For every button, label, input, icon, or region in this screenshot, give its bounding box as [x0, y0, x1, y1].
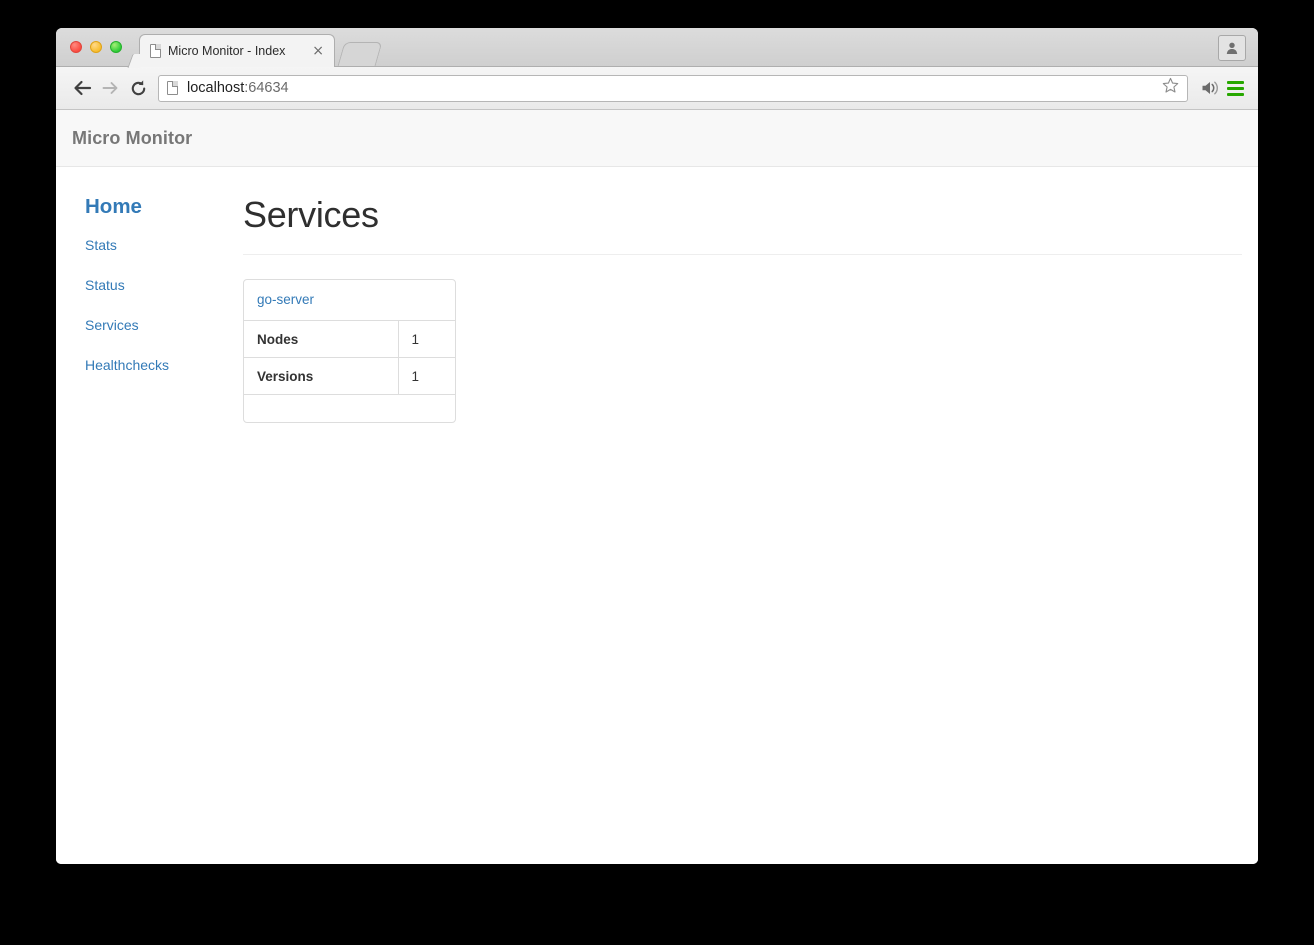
cast-icon: [1202, 81, 1218, 95]
sidebar-item-services[interactable]: Services: [85, 318, 243, 332]
new-tab-button[interactable]: [337, 42, 383, 66]
sidebar-item-home[interactable]: Home: [85, 196, 243, 218]
service-panel-footer: [244, 395, 455, 422]
close-tab-icon[interactable]: ×: [310, 44, 326, 58]
close-window-button[interactable]: [70, 41, 82, 53]
hamburger-menu-icon: [1226, 80, 1244, 96]
browser-window: Micro Monitor - Index × localhost:64634 …: [56, 28, 1258, 864]
row-value-nodes: 1: [398, 320, 455, 358]
sidebar-item-healthchecks[interactable]: Healthchecks: [85, 358, 243, 372]
sidebar-item-status[interactable]: Status: [85, 278, 243, 292]
table-row: Versions 1: [244, 357, 455, 395]
page-icon: [167, 81, 178, 95]
url-host: localhost: [187, 80, 245, 96]
browser-menu-button[interactable]: [1222, 75, 1248, 101]
forward-arrow-icon: [102, 82, 117, 94]
table-row: Nodes 1: [244, 320, 455, 358]
url-port: :64634: [244, 80, 289, 96]
profile-avatar-button[interactable]: [1218, 35, 1246, 61]
browser-tab[interactable]: Micro Monitor - Index ×: [139, 34, 335, 67]
service-name-link[interactable]: go-server: [257, 292, 314, 307]
browser-toolbar: localhost:64634: [56, 67, 1258, 110]
cast-button[interactable]: [1196, 75, 1222, 101]
service-panel-heading: go-server: [244, 280, 455, 320]
forward-button[interactable]: [96, 74, 124, 102]
service-stats-table: Nodes 1 Versions 1: [244, 320, 455, 395]
page-title: Services: [243, 194, 379, 235]
address-bar[interactable]: localhost:64634: [158, 74, 1188, 102]
service-panel: go-server Nodes 1 Versions 1: [243, 279, 456, 423]
sidebar-nav: Home Stats Status Services Healthchecks: [56, 196, 243, 423]
row-label-versions: Versions: [244, 357, 399, 395]
app-brand[interactable]: Micro Monitor: [72, 128, 192, 149]
back-arrow-icon: [73, 80, 91, 96]
app-navbar: Micro Monitor: [56, 110, 1258, 167]
minimize-window-button[interactable]: [90, 41, 102, 53]
back-button[interactable]: [68, 74, 96, 102]
page-body: Home Stats Status Services Healthchecks …: [56, 167, 1258, 423]
person-avatar-icon: [1226, 42, 1238, 54]
reload-icon: [131, 79, 145, 95]
tab-title: Micro Monitor - Index: [168, 44, 286, 58]
reload-button[interactable]: [124, 74, 152, 102]
page-icon: [150, 44, 161, 58]
bookmark-star-button[interactable]: [1162, 77, 1179, 99]
sidebar-item-stats[interactable]: Stats: [85, 238, 243, 252]
browser-tab-strip: Micro Monitor - Index ×: [56, 28, 1258, 67]
title-divider: [243, 254, 1242, 255]
maximize-window-button[interactable]: [110, 41, 122, 53]
row-value-versions: 1: [398, 357, 455, 395]
main-content: Services go-server Nodes 1 Versions 1: [243, 197, 1258, 423]
url-text: localhost:64634: [187, 80, 1156, 96]
page-viewport: Micro Monitor Home Stats Status Services…: [56, 110, 1258, 864]
row-label-nodes: Nodes: [244, 320, 399, 358]
window-controls: [70, 41, 122, 53]
star-icon: [1162, 77, 1179, 93]
